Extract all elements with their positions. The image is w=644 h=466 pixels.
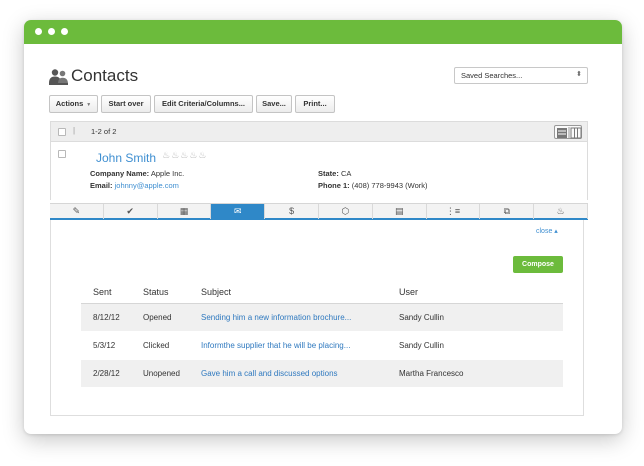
title-bar (24, 20, 622, 44)
company-value: Apple Inc. (150, 169, 185, 178)
window-dot-minimize[interactable] (48, 28, 55, 35)
contact-card: John Smith ♨♨♨♨♨ Company Name: Apple Inc… (50, 142, 588, 200)
header-user[interactable]: User (399, 287, 418, 297)
cell-status: Unopened (143, 369, 180, 378)
tab-tag-icon[interactable]: ⬡ (319, 204, 373, 219)
tab-calendar-icon[interactable]: ▦ (158, 204, 212, 219)
view-toggle[interactable] (554, 125, 582, 139)
window-dot-maximize[interactable] (61, 28, 68, 35)
actions-button[interactable]: Actions ▼ (49, 95, 98, 113)
header-status[interactable]: Status (143, 287, 169, 297)
email-label: Email: (90, 181, 113, 190)
table-header: Sent Status Subject User (81, 282, 563, 304)
company-field: Company Name: Apple Inc. (90, 169, 184, 178)
activity-tab-strip: ✎ ✔ ▦ ✉ $ ⬡ ▤ ⋮≡ ⧉ ♨ (50, 203, 588, 220)
notes-icon: ▤ (394, 206, 404, 216)
company-label: Company Name: (90, 169, 150, 178)
window-dot-close[interactable] (35, 28, 42, 35)
save-button[interactable]: Save... (256, 95, 292, 113)
table-row[interactable]: 2/28/12 Unopened Gave him a call and dis… (81, 360, 563, 388)
divider: | (73, 126, 76, 135)
start-over-button[interactable]: Start over (101, 95, 151, 113)
cell-status: Opened (143, 313, 172, 322)
email-history-table: Sent Status Subject User 8/12/12 Opened … (81, 282, 563, 388)
state-label: State: (318, 169, 339, 178)
email-icon: ✉ (234, 206, 242, 216)
tab-flame-icon[interactable]: ♨ (534, 204, 588, 219)
select-arrows-icon: ⬍ (576, 71, 582, 78)
tag-icon: ⬡ (341, 206, 350, 216)
header-subject[interactable]: Subject (201, 287, 231, 297)
flame-icon: ♨ (556, 206, 565, 216)
tab-checkmark-icon[interactable]: ✔ (104, 204, 158, 219)
phone-field: Phone 1: (408) 778-9943 (Work) (318, 181, 428, 190)
cell-sent: 2/28/12 (93, 369, 120, 378)
cell-subject-link[interactable]: Sending him a new information brochure..… (201, 313, 351, 322)
cell-sent: 8/12/12 (93, 313, 120, 322)
saved-searches-value: Saved Searches... (461, 71, 523, 80)
email-link[interactable]: johnny@apple.com (115, 181, 179, 190)
rating-flame-icons[interactable]: ♨♨♨♨♨ (162, 150, 207, 161)
list-icon: ⋮≡ (445, 206, 461, 216)
results-count: 1-2 of 2 (91, 127, 117, 136)
table-row[interactable]: 5/3/12 Clicked Informthe supplier that h… (81, 332, 563, 360)
cell-status: Clicked (143, 341, 170, 350)
cell-user: Sandy Cullin (399, 341, 444, 350)
edit-icon: ✎ (72, 206, 81, 216)
actions-label: Actions (55, 99, 84, 108)
cell-user: Martha Francesco (399, 369, 464, 378)
phone-label: Phone 1: (318, 181, 350, 190)
chevron-down-icon: ▼ (86, 102, 92, 108)
state-field: State: CA (318, 169, 351, 178)
calendar-icon: ▦ (179, 206, 189, 216)
page-title: Contacts (71, 66, 139, 85)
tab-windows-icon[interactable]: ⧉ (480, 204, 535, 219)
print-button[interactable]: Print... (295, 95, 335, 113)
tab-email-icon[interactable]: ✉ (211, 204, 266, 219)
compose-button[interactable]: Compose (513, 256, 563, 273)
saved-searches-select[interactable]: Saved Searches... ⬍ (454, 67, 588, 84)
windows-icon: ⧉ (503, 206, 510, 216)
contacts-icon (49, 69, 68, 85)
close-link[interactable]: close ▴ (536, 227, 558, 235)
state-value: CA (340, 169, 352, 178)
header-sent[interactable]: Sent (93, 287, 112, 297)
cell-subject-link[interactable]: Informthe supplier that he will be placi… (201, 341, 350, 350)
contact-checkbox[interactable] (58, 150, 66, 158)
tab-notes-icon[interactable]: ▤ (373, 204, 427, 219)
dollar-icon: $ (289, 206, 295, 216)
select-all-checkbox[interactable] (58, 128, 66, 136)
checkmark-icon: ✔ (126, 206, 134, 216)
cell-sent: 5/3/12 (93, 341, 116, 350)
contact-name-link[interactable]: John Smith (96, 151, 156, 165)
edit-criteria-button[interactable]: Edit Criteria/Columns... (154, 95, 253, 113)
app-window: Contacts Saved Searches... ⬍ Actions ▼ St… (24, 20, 622, 434)
results-bar: | 1-2 of 2 (50, 121, 588, 142)
list-view-icon (557, 127, 582, 139)
cell-subject-link[interactable]: Gave him a call and discussed options (201, 369, 338, 378)
cell-user: Sandy Cullin (399, 313, 444, 322)
tab-list-icon[interactable]: ⋮≡ (427, 204, 481, 219)
tab-dollar-icon[interactable]: $ (265, 204, 319, 219)
tab-edit-icon[interactable]: ✎ (50, 204, 104, 219)
phone-value: (408) 778-9943 (Work) (351, 181, 428, 190)
email-field: Email: johnny@apple.com (90, 181, 179, 190)
table-row[interactable]: 8/12/12 Opened Sending him a new informa… (81, 304, 563, 332)
